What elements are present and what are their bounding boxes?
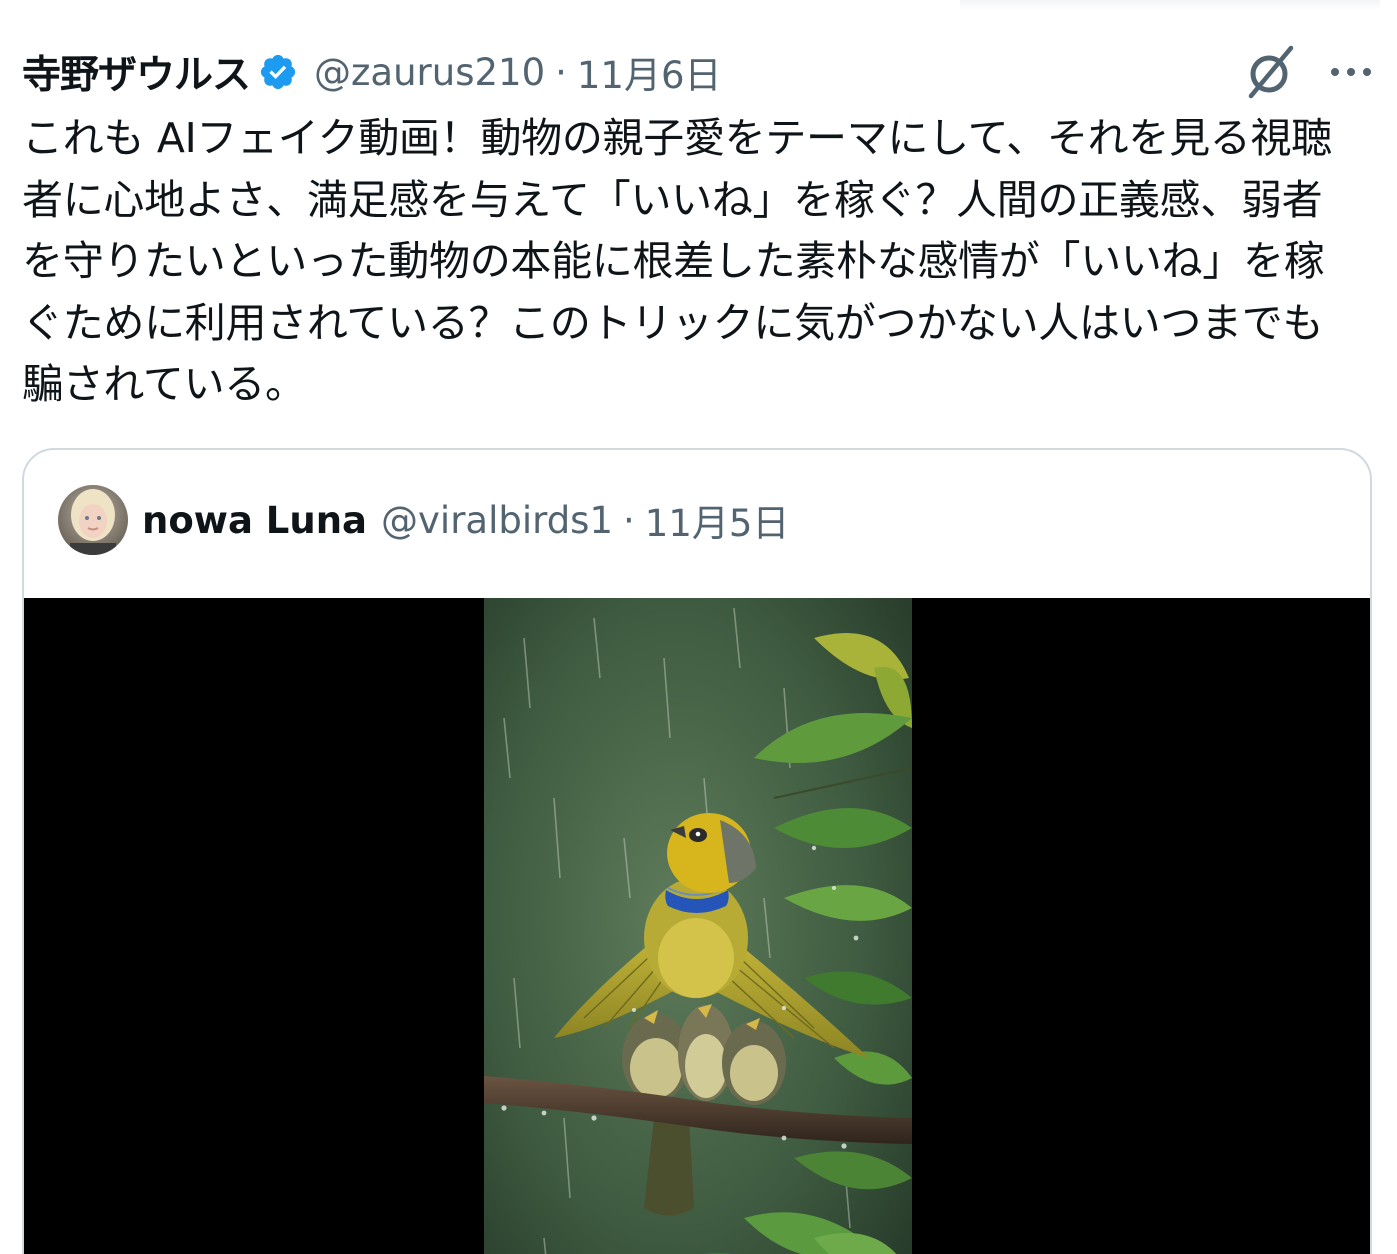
avatar[interactable] [58,485,128,555]
grok-icon[interactable] [1245,44,1297,100]
quoted-header-separator: · [623,498,635,542]
more-options-icon[interactable] [1327,62,1375,82]
header-actions [1245,44,1375,100]
header-separator: · [555,50,567,94]
quoted-author-name[interactable]: nowa Luna [142,499,367,542]
tweet-page: 寺野ザウルス @zaurus210 · 11月6日 これも AIフェイク動画！動… [0,0,1397,1254]
avatar-image [58,485,128,555]
video-still[interactable] [484,598,912,1254]
quoted-tweet-card[interactable]: nowa Luna @viralbirds1 · 11月5日 [22,448,1372,1254]
quoted-tweet-header: nowa Luna @viralbirds1 · 11月5日 [58,484,789,556]
tweet-text: これも AIフェイク動画！動物の親子愛をテーマにして、それを見る視聴者に心地よさ… [22,114,1332,408]
verified-badge-icon[interactable] [258,52,298,92]
quoted-tweet-date[interactable]: 11月5日 [645,493,790,547]
quoted-author-handle[interactable]: @viralbirds1 [381,499,613,542]
author-name[interactable]: 寺野ザウルス [22,44,251,100]
tweet-header: 寺野ザウルス @zaurus210 · 11月6日 [22,44,1375,100]
tweet-date[interactable]: 11月6日 [577,45,722,99]
author-handle[interactable]: @zaurus210 [314,51,545,94]
quoted-media[interactable] [24,598,1370,1254]
top-edge-shadow [960,0,1380,10]
